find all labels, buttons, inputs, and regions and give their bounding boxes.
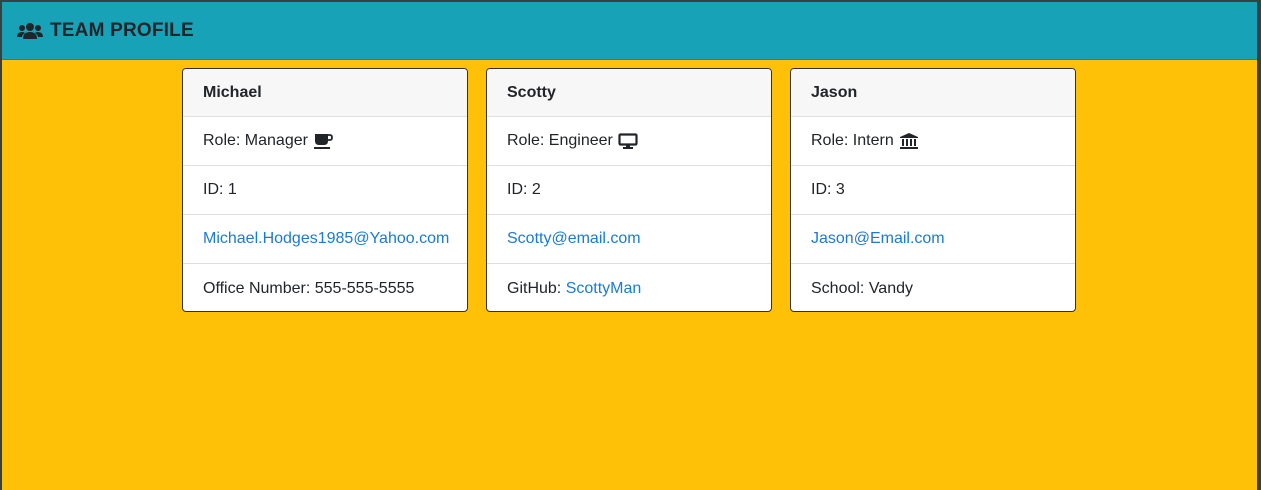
- github-link[interactable]: ScottyMan: [566, 280, 642, 298]
- github-label: GitHub:: [507, 279, 566, 297]
- card-email-row: Michael.Hodges1985@Yahoo.com: [183, 215, 467, 264]
- page-title: TEAM PROFILE: [50, 19, 194, 41]
- email-link[interactable]: Jason@Email.com: [811, 230, 945, 248]
- university-icon: [899, 133, 918, 149]
- employee-card-manager: Michael Role: Manager ID: 1 Michael.Hodg…: [182, 68, 468, 312]
- card-role: Role: Engineer: [507, 132, 613, 149]
- card-github-row: GitHub: ScottyMan: [487, 264, 771, 311]
- card-name: Michael: [183, 69, 467, 117]
- employee-card-engineer: Scotty Role: Engineer ID: 2 Scotty@email…: [486, 68, 772, 312]
- card-role: Role: Intern: [811, 132, 894, 149]
- card-name: Jason: [791, 69, 1075, 117]
- card-role-row: Role: Intern: [791, 117, 1075, 166]
- navbar: TEAM PROFILE: [2, 2, 1257, 60]
- email-link[interactable]: Michael.Hodges1985@Yahoo.com: [203, 230, 449, 248]
- card-name: Scotty: [487, 69, 771, 117]
- school: School: Vandy: [811, 279, 913, 297]
- card-school-row: School: Vandy: [791, 264, 1075, 311]
- card-id-row: ID: 3: [791, 166, 1075, 215]
- card-id: ID: 3: [811, 181, 845, 198]
- card-role: Role: Manager: [203, 132, 308, 149]
- card-role-row: Role: Manager: [183, 117, 467, 166]
- card-office-row: Office Number: 555-555-5555: [183, 264, 467, 311]
- email-link[interactable]: Scotty@email.com: [507, 230, 641, 248]
- users-icon: [17, 22, 43, 39]
- card-id-row: ID: 1: [183, 166, 467, 215]
- card-id-row: ID: 2: [487, 166, 771, 215]
- card-id: ID: 1: [203, 181, 237, 198]
- card-id: ID: 2: [507, 181, 541, 198]
- card-role-row: Role: Engineer: [487, 117, 771, 166]
- employee-card-intern: Jason Role: Intern ID: 3 Jason@Email.com…: [790, 68, 1076, 312]
- desktop-icon: [618, 133, 638, 149]
- coffee-icon: [313, 134, 333, 149]
- card-email-row: Jason@Email.com: [791, 215, 1075, 264]
- office-number: Office Number: 555-555-5555: [203, 279, 415, 297]
- page-frame: TEAM PROFILE Michael Role: Manager ID: 1…: [2, 2, 1257, 490]
- card-email-row: Scotty@email.com: [487, 215, 771, 264]
